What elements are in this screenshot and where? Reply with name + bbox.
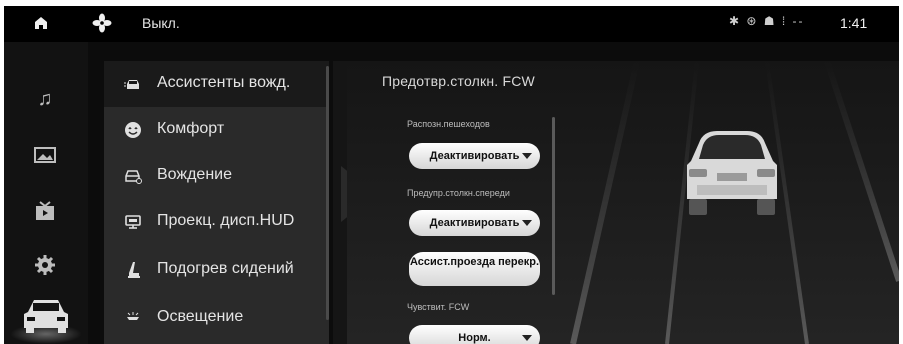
dropdown-value: Норм. bbox=[458, 332, 491, 344]
option-label: Распозн.пешеходов bbox=[407, 119, 490, 129]
seat-heating-icon bbox=[128, 262, 140, 278]
settings-menu: Ассистенты вожд. Комфорт Вождение Проекц… bbox=[104, 61, 329, 344]
menu-scrollbar[interactable] bbox=[326, 66, 329, 320]
menu-item-lighting[interactable]: Освещение bbox=[104, 295, 329, 341]
page-title: Предотвр.столкн. FCW bbox=[382, 73, 535, 89]
dropdown-value: Деактивировать bbox=[429, 217, 520, 229]
menu-item-label: Ассистенты вожд. bbox=[157, 74, 291, 91]
options-scrollbar[interactable] bbox=[552, 117, 555, 295]
pedestrian-detection-dropdown[interactable]: Деактивировать bbox=[409, 143, 540, 169]
menu-item-driving[interactable]: Вождение bbox=[104, 153, 329, 199]
lighting-icon bbox=[127, 312, 139, 320]
dropdown-value: Деактивировать bbox=[429, 150, 520, 162]
intersection-assist-button[interactable]: Ассист.проезда перекр. bbox=[409, 252, 540, 286]
menu-item-label: Освещение bbox=[157, 308, 244, 325]
menu-item-label: Комфорт bbox=[157, 120, 225, 137]
climate-status[interactable]: Выкл. bbox=[142, 15, 180, 31]
car-icon[interactable] bbox=[20, 294, 72, 336]
fcw-sensitivity-dropdown[interactable]: Норм. bbox=[409, 325, 540, 344]
app-rail: ♫ bbox=[4, 42, 88, 344]
chevron-down-icon bbox=[522, 335, 532, 341]
chevron-down-icon bbox=[522, 153, 532, 159]
menu-item-seat-heating[interactable]: Подогрев сидений bbox=[104, 247, 329, 293]
menu-item-label: Вождение bbox=[157, 166, 232, 183]
menu-item-label: Проекц. дисп.HUD bbox=[157, 212, 295, 229]
status-bar: Выкл. ✱ ⊛ ☗ ⁞ -- 1:41 bbox=[4, 6, 899, 42]
gallery-icon[interactable] bbox=[32, 142, 58, 168]
music-icon[interactable]: ♫ bbox=[32, 86, 58, 112]
hud-icon bbox=[125, 215, 141, 229]
video-icon[interactable] bbox=[32, 198, 58, 224]
button-label: Ассист.проезда перекр. bbox=[409, 256, 540, 268]
menu-item-hud[interactable]: Проекц. дисп.HUD bbox=[104, 199, 329, 245]
settings-icon[interactable] bbox=[32, 252, 58, 278]
clock: 1:41 bbox=[840, 15, 868, 31]
chevron-down-icon bbox=[522, 220, 532, 226]
fan-icon[interactable] bbox=[92, 13, 112, 33]
menu-item-driver-assist[interactable]: Ассистенты вожд. bbox=[104, 61, 329, 107]
forward-collision-warning-dropdown[interactable]: Деактивировать bbox=[409, 210, 540, 236]
driving-icon bbox=[125, 170, 142, 184]
comfort-icon bbox=[125, 122, 141, 138]
home-icon[interactable] bbox=[34, 16, 48, 30]
driver-assist-icon bbox=[124, 80, 139, 89]
menu-item-comfort[interactable]: Комфорт bbox=[104, 107, 329, 153]
menu-item-label: Подогрев сидений bbox=[157, 260, 294, 277]
option-label: Чувствит. FCW bbox=[407, 302, 470, 312]
fcw-settings-panel: Предотвр.столкн. FCW Распозн.пешеходов Д… bbox=[347, 61, 899, 344]
status-icons: ✱ ⊛ ☗ ⁞ -- bbox=[729, 14, 805, 28]
option-label: Предупр.столкн.спереди bbox=[407, 188, 510, 198]
car-rear-view bbox=[687, 131, 777, 215]
head-unit-screen: Выкл. ✱ ⊛ ☗ ⁞ -- 1:41 ♫ Ассистенты вожд.… bbox=[4, 6, 899, 344]
